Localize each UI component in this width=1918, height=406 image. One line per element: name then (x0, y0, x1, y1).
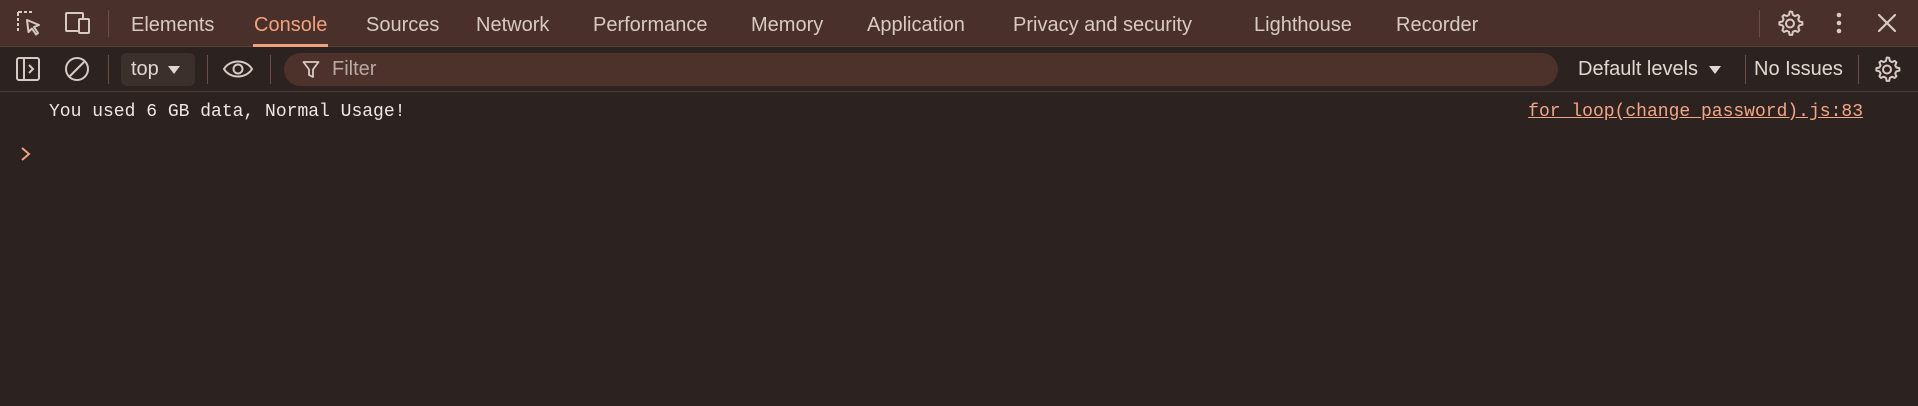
tab-elements[interactable]: Elements (131, 0, 214, 47)
device-toolbar-icon[interactable] (61, 6, 95, 40)
context-select-label: top (131, 58, 159, 80)
console-message: You used 6 GB data, Normal Usage! for lo… (0, 102, 1918, 126)
toolbar-separator (1745, 55, 1746, 84)
console-message-source-link[interactable]: for loop(change password).js:83 (1528, 102, 1863, 122)
console-settings-gear-icon[interactable] (1870, 52, 1904, 86)
more-options-icon[interactable] (1822, 6, 1856, 40)
filter-input[interactable] (330, 57, 1534, 82)
settings-gear-icon[interactable] (1773, 6, 1807, 40)
javascript-context-select[interactable]: top (121, 53, 195, 86)
tab-memory[interactable]: Memory (751, 0, 823, 47)
tab-console[interactable]: Console (253, 0, 329, 47)
filter-box[interactable] (284, 53, 1558, 86)
tab-privacy-and-security[interactable]: Privacy and security (1013, 0, 1192, 47)
issues-counter[interactable]: No Issues (1754, 53, 1843, 86)
tab-application[interactable]: Application (867, 0, 965, 47)
console-message-text: You used 6 GB data, Normal Usage! (49, 102, 406, 122)
close-icon[interactable] (1870, 6, 1904, 40)
live-expression-eye-icon[interactable] (221, 52, 255, 86)
tab-bar-separator (108, 10, 109, 37)
show-sidebar-icon[interactable] (11, 52, 45, 86)
tab-bar-separator-right (1759, 10, 1760, 37)
filter-funnel-icon (302, 60, 320, 78)
tab-network[interactable]: Network (476, 0, 549, 47)
toolbar-separator (270, 55, 271, 84)
toolbar-separator (108, 55, 109, 84)
console-output: You used 6 GB data, Normal Usage! for lo… (0, 92, 1918, 406)
log-levels-label: Default levels (1578, 58, 1699, 80)
toolbar-separator (1858, 55, 1859, 84)
dropdown-arrow-icon (1709, 65, 1722, 74)
clear-console-icon[interactable] (60, 52, 94, 86)
devtools-tab-bar: Elements Console Sources Network Perform… (0, 0, 1918, 47)
tab-performance[interactable]: Performance (593, 0, 708, 47)
issues-label: No Issues (1754, 58, 1843, 80)
log-levels-dropdown[interactable]: Default levels (1578, 53, 1722, 86)
dropdown-arrow-icon (167, 65, 180, 74)
console-prompt[interactable] (18, 142, 1898, 168)
tab-recorder[interactable]: Recorder (1396, 0, 1478, 47)
console-toolbar: top Default levels No Issues (0, 47, 1918, 92)
tab-lighthouse[interactable]: Lighthouse (1254, 0, 1352, 47)
prompt-chevron-icon (21, 147, 31, 161)
tab-sources[interactable]: Sources (366, 0, 439, 47)
toolbar-separator (207, 55, 208, 84)
inspect-element-icon[interactable] (12, 6, 46, 40)
